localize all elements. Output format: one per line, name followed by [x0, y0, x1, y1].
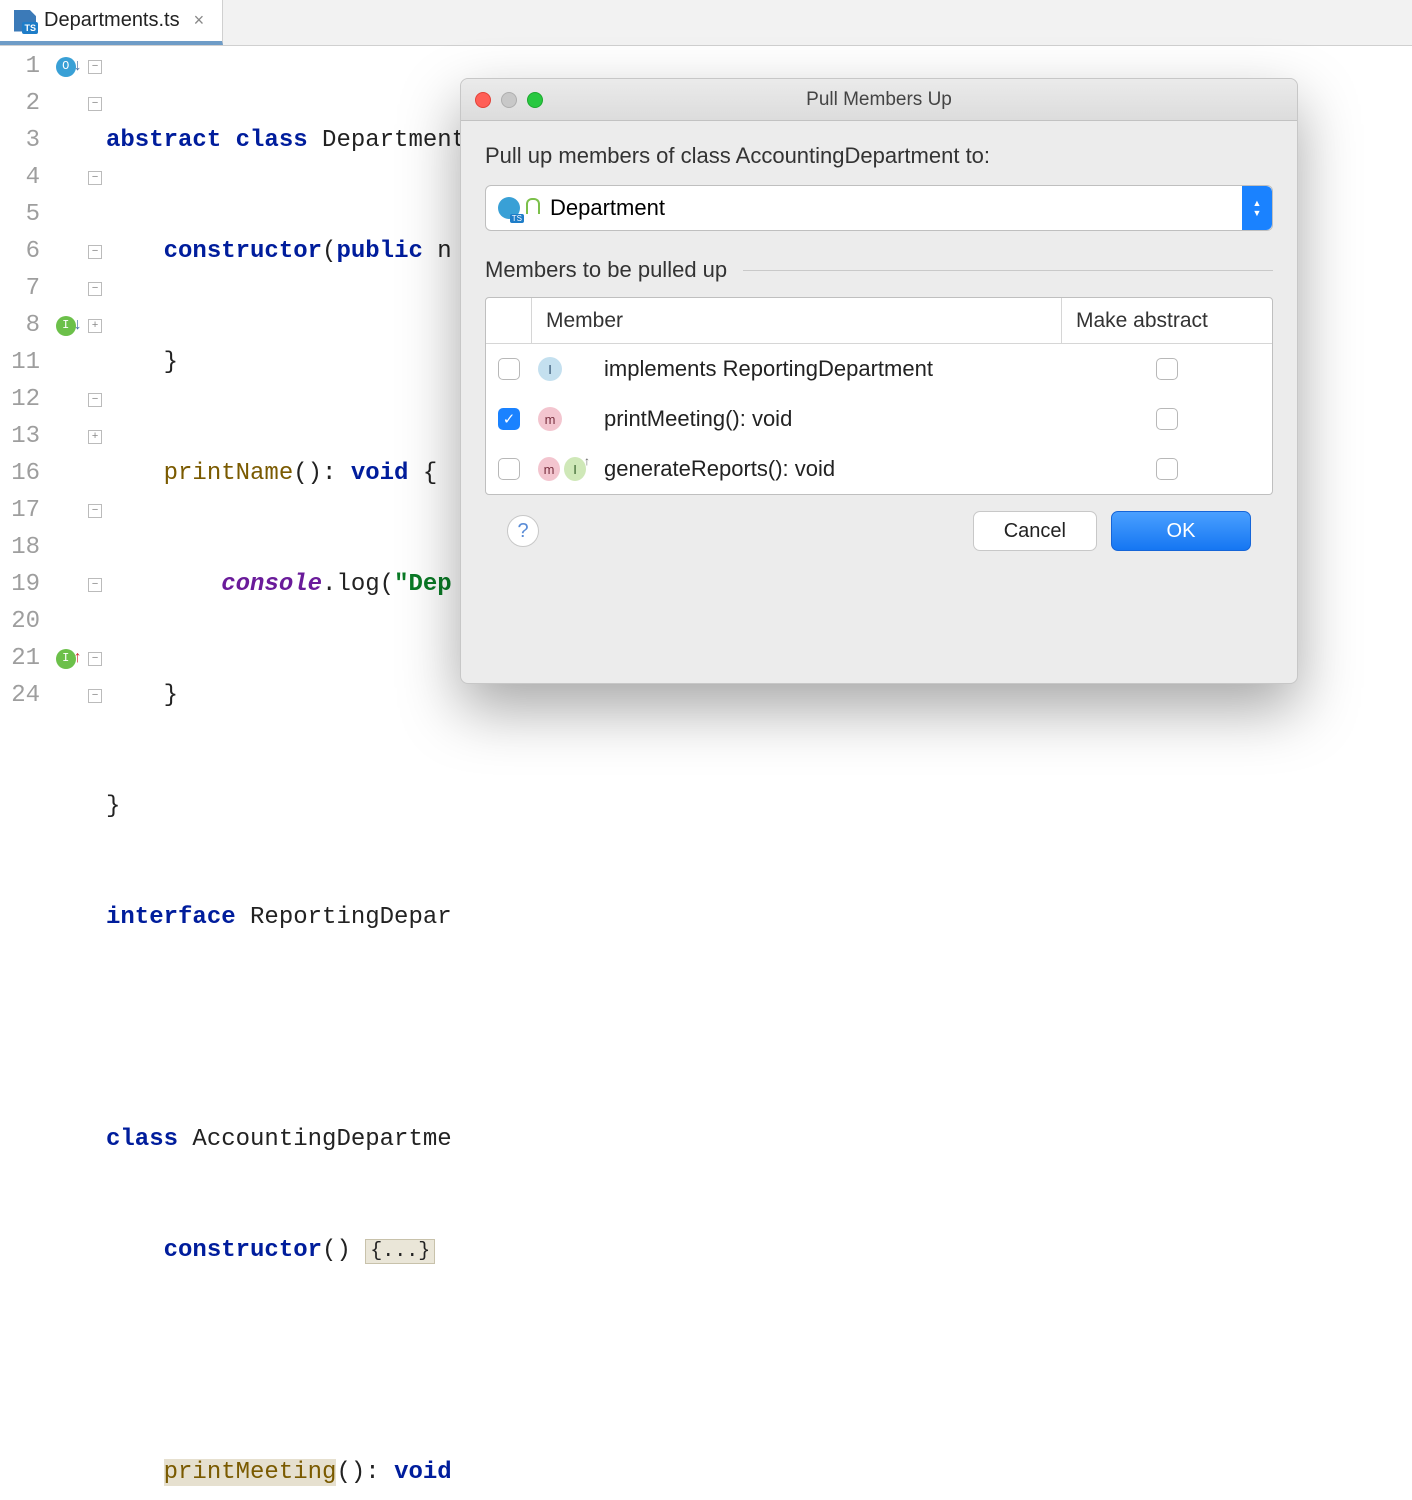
tab-bar: Departments.ts × [0, 0, 1412, 46]
target-class-label: Department [550, 195, 665, 221]
abstract-checkbox[interactable] [1156, 408, 1178, 430]
pull-members-up-dialog: Pull Members Up Pull up members of class… [460, 78, 1298, 684]
member-label: printMeeting(): void [596, 406, 1062, 432]
fold-toggle[interactable]: + [88, 430, 102, 444]
dialog-subtitle: Pull up members of class AccountingDepar… [485, 143, 1273, 169]
fold-toggle[interactable]: − [88, 504, 102, 518]
ok-button[interactable]: OK [1111, 511, 1251, 551]
column-member[interactable]: Member [532, 298, 1062, 343]
implements-icon: I [564, 457, 586, 481]
stepper-icon[interactable] [1242, 186, 1272, 230]
file-tab-label: Departments.ts [44, 9, 180, 32]
member-label: generateReports(): void [596, 456, 1062, 482]
method-icon: m [538, 457, 560, 481]
fold-toggle[interactable]: − [88, 393, 102, 407]
row-checkbox[interactable]: ✓ [498, 408, 520, 430]
abstract-checkbox[interactable] [1156, 358, 1178, 380]
fold-toggle[interactable]: − [88, 60, 102, 74]
file-tab[interactable]: Departments.ts × [0, 0, 223, 45]
line-number-gutter: 1 2 3 4 5 6 7 8 11 12 13 16 17 18 19 20 … [0, 46, 50, 750]
fold-toggle[interactable]: − [88, 171, 102, 185]
table-row[interactable]: ✓ m printMeeting(): void [486, 394, 1272, 444]
fold-gutter: − − − − − + − + − − − − [88, 46, 106, 750]
folded-region[interactable]: {...} [365, 1239, 435, 1264]
class-ts-icon [498, 197, 520, 219]
gutter-marks: O↓ I↓ I↑ [50, 46, 88, 750]
table-header: Member Make abstract [486, 298, 1272, 344]
row-checkbox[interactable] [498, 458, 520, 480]
fold-toggle[interactable]: − [88, 652, 102, 666]
target-class-select[interactable]: Department [485, 185, 1273, 231]
fold-toggle[interactable]: − [88, 689, 102, 703]
override-down-icon[interactable]: O [56, 57, 76, 77]
unlock-icon [526, 198, 540, 214]
table-row[interactable]: I implements ReportingDepartment [486, 344, 1272, 394]
fold-toggle[interactable]: − [88, 282, 102, 296]
method-icon: m [538, 407, 562, 431]
typescript-file-icon [14, 10, 36, 32]
table-row[interactable]: mI↑ generateReports(): void [486, 444, 1272, 494]
abstract-checkbox[interactable] [1156, 458, 1178, 480]
interface-ts-icon: I [538, 357, 562, 381]
section-label: Members to be pulled up [485, 257, 727, 283]
interface-icon[interactable]: I [56, 316, 76, 336]
members-table: Member Make abstract I implements Report… [485, 297, 1273, 495]
column-make-abstract[interactable]: Make abstract [1062, 309, 1272, 333]
member-label: implements ReportingDepartment [596, 356, 1062, 382]
fold-toggle[interactable]: − [88, 245, 102, 259]
row-checkbox[interactable] [498, 358, 520, 380]
implements-up-icon[interactable]: I [56, 649, 76, 669]
cancel-button[interactable]: Cancel [973, 511, 1097, 551]
close-icon[interactable]: × [194, 10, 205, 31]
dialog-title: Pull Members Up [461, 89, 1297, 111]
divider [743, 270, 1273, 271]
fold-toggle[interactable]: − [88, 578, 102, 592]
dialog-titlebar[interactable]: Pull Members Up [461, 79, 1297, 121]
up-arrow-icon: ↑ [584, 454, 590, 468]
fold-toggle[interactable]: + [88, 319, 102, 333]
fold-toggle[interactable]: − [88, 97, 102, 111]
help-button[interactable]: ? [507, 515, 539, 547]
